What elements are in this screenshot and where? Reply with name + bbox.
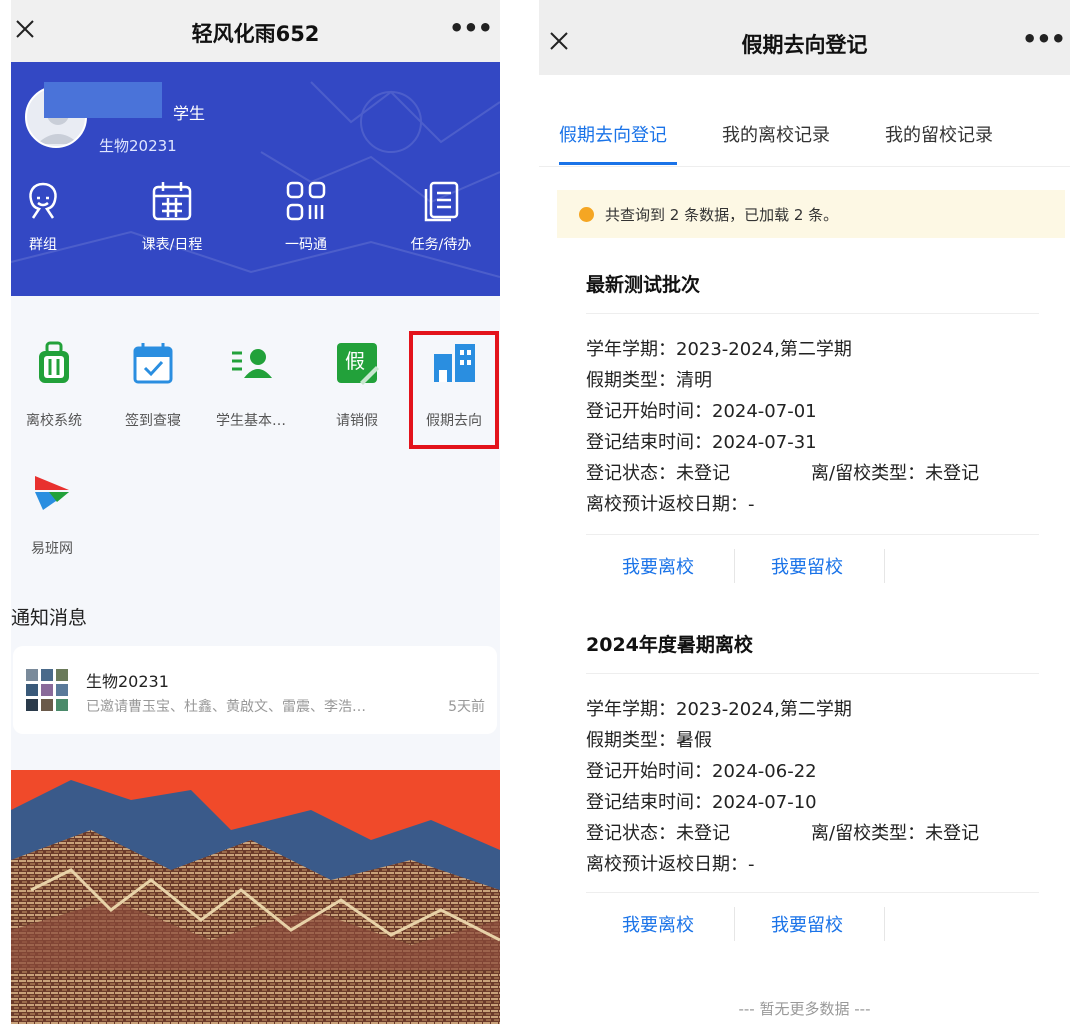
tab-holiday-register[interactable]: 假期去向登记: [559, 121, 667, 147]
app-leave-school[interactable]: 离校系统: [11, 340, 102, 430]
batch-card: 最新测试批次 学年学期：2023-2024,第二学期 假期类型：清明 登记开始时…: [586, 270, 1039, 590]
group-icon: [29, 182, 57, 219]
quick-action-group[interactable]: 群组: [11, 180, 98, 254]
semester-field: 学年学期：2023-2024,第二学期: [586, 339, 852, 360]
quick-action-label: 任务/待办: [410, 237, 472, 253]
app-yiban[interactable]: 易班网: [11, 468, 100, 558]
stay-type-field: 离/留校类型：未登记: [811, 463, 980, 484]
info-icon: [579, 207, 594, 222]
start-time-field: 登记开始时间：2024-06-22: [586, 761, 817, 782]
svg-text:假: 假: [345, 349, 365, 373]
quick-action-label: 群组: [29, 237, 57, 253]
name-redaction: [44, 82, 162, 118]
status-field: 登记状态：未登记: [586, 823, 730, 844]
holiday-type-field: 假期类型：清明: [586, 370, 712, 391]
leave-school-button[interactable]: 我要离校: [622, 553, 694, 579]
luggage-icon: [39, 341, 69, 383]
batch-title: 最新测试批次: [586, 270, 1039, 314]
message-item[interactable]: 生物20231 已邀请曹玉宝、杜鑫、黄啟文、雷震、李浩… 5天前: [13, 646, 497, 734]
quick-action-tasks[interactable]: 任务/待办: [386, 180, 496, 254]
start-time-field: 登记开始时间：2024-07-01: [586, 401, 817, 422]
end-time-field: 登记结束时间：2024-07-10: [586, 792, 817, 813]
top-bar: 轻风化雨652 •••: [11, 0, 500, 62]
quick-action-label: 课表/日程: [141, 237, 203, 253]
app-label: 请销假: [336, 413, 378, 429]
class-label: 生物20231: [99, 137, 177, 155]
stay-type-field: 离/留校类型：未登记: [811, 823, 980, 844]
stay-school-button[interactable]: 我要留校: [771, 553, 843, 579]
app-checkin[interactable]: 签到查寝: [105, 340, 201, 430]
group-avatar-icon: [26, 669, 68, 711]
quick-action-label: 一码通: [285, 237, 327, 253]
tab-bar: 假期去向登记 我的离校记录 我的留校记录: [539, 75, 1070, 167]
checkin-calendar-icon: [133, 343, 173, 384]
message-sender: 生物20231: [86, 672, 169, 691]
result-info-bar: 共查询到 2 条数据，已加载 2 条。: [557, 190, 1065, 238]
divider: [734, 549, 735, 583]
end-time-field: 登记结束时间：2024-07-31: [586, 432, 817, 453]
divider: [884, 907, 885, 941]
app-label: 易班网: [31, 541, 73, 557]
batch-actions: 我要离校 我要留校: [586, 892, 1039, 952]
highlight-box: [409, 331, 499, 449]
right-screen: 假期去向登记 ••• 假期去向登记 我的离校记录 我的留校记录 共查询到 2 条…: [539, 0, 1070, 1024]
result-info-text: 共查询到 2 条数据，已加载 2 条。: [605, 206, 839, 224]
banner-image[interactable]: [11, 770, 500, 1024]
app-label: 离校系统: [26, 413, 82, 429]
message-preview: 已邀请曹玉宝、杜鑫、黄啟文、雷震、李浩…: [86, 699, 366, 715]
semester-field: 学年学期：2023-2024,第二学期: [586, 699, 852, 720]
batch-title: 2024年度暑期离校: [586, 630, 1039, 674]
status-field: 登记状态：未登记: [586, 463, 730, 484]
student-profile-icon: [232, 349, 272, 378]
divider: [734, 907, 735, 941]
active-tab-indicator: [559, 162, 677, 165]
more-icon[interactable]: •••: [449, 14, 493, 42]
yiban-logo-icon: [35, 476, 69, 510]
calendar-icon: [152, 182, 192, 221]
section-title: 通知消息: [11, 607, 88, 629]
great-wall-painting: [11, 770, 500, 1024]
qr-code-icon: [286, 181, 326, 221]
app-label: 签到查寝: [125, 413, 181, 429]
tab-leave-records[interactable]: 我的离校记录: [722, 121, 830, 147]
batch-card: 2024年度暑期离校 学年学期：2023-2024,第二学期 假期类型：暑假 登…: [586, 630, 1039, 950]
profile-header: 学生 生物20231 群组 课表/日程 一码通 任务/待办: [11, 62, 500, 296]
app-leave-request[interactable]: 假 请销假: [309, 340, 405, 430]
message-time: 5天前: [448, 699, 485, 715]
return-date-field: 离校预计返校日期：-: [586, 494, 755, 515]
return-date-field: 离校预计返校日期：-: [586, 854, 755, 875]
holiday-type-field: 假期类型：暑假: [586, 730, 712, 751]
left-screen: 轻风化雨652 ••• 学生 生物20231 群组 课表/日程 一码通 任务/待…: [11, 0, 500, 1024]
stay-school-button[interactable]: 我要留校: [771, 911, 843, 937]
tab-stay-records[interactable]: 我的留校记录: [885, 121, 993, 147]
more-icon[interactable]: •••: [1022, 25, 1066, 53]
role-label: 学生: [173, 104, 206, 123]
divider: [884, 549, 885, 583]
quick-action-qr[interactable]: 一码通: [251, 180, 361, 254]
leave-request-icon: 假: [337, 343, 379, 385]
quick-action-calendar[interactable]: 课表/日程: [117, 180, 227, 254]
task-list-icon: [424, 181, 459, 222]
page-title: 轻风化雨652: [191, 22, 320, 46]
page-title: 假期去向登记: [741, 33, 868, 57]
no-more-data-label: --- 暂无更多数据 ---: [738, 1000, 871, 1018]
top-bar: 假期去向登记 •••: [539, 0, 1070, 75]
app-student-info[interactable]: 学生基本…: [203, 340, 299, 430]
batch-actions: 我要离校 我要留校: [586, 534, 1039, 594]
app-label: 学生基本…: [216, 413, 286, 429]
leave-school-button[interactable]: 我要离校: [622, 911, 694, 937]
